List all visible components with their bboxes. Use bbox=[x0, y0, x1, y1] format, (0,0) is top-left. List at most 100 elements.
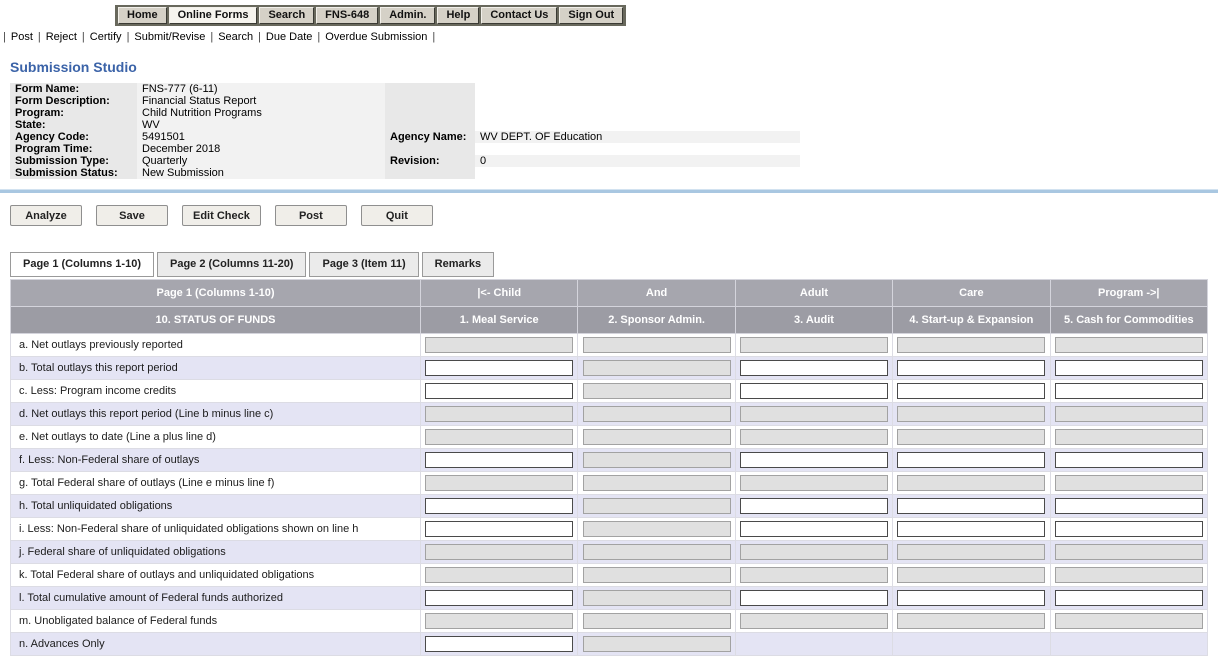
field-i-col3[interactable] bbox=[739, 521, 888, 537]
field-i-col5[interactable] bbox=[1054, 521, 1203, 537]
field-h-col3[interactable] bbox=[739, 498, 888, 514]
info-value: FNS-777 (6-11) bbox=[137, 83, 385, 95]
row-label: b. Total outlays this report period bbox=[10, 356, 421, 380]
info-row: Submission Status: New Submission bbox=[10, 167, 800, 179]
analyze-button[interactable]: Analyze bbox=[10, 205, 82, 226]
info-value: 5491501 bbox=[137, 131, 385, 143]
field-f-col2 bbox=[582, 452, 731, 468]
field-a-col3 bbox=[739, 337, 888, 353]
grid-cell bbox=[419, 448, 579, 472]
info-row: Program Time: December 2018 bbox=[10, 143, 800, 155]
grid-cell bbox=[419, 609, 579, 633]
tab-page-1-columns-1-10[interactable]: Page 1 (Columns 1-10) bbox=[10, 252, 154, 277]
row-label: j. Federal share of unliquidated obligat… bbox=[10, 540, 421, 564]
field-g-col4 bbox=[897, 475, 1046, 491]
info-label: Program Time: bbox=[10, 143, 137, 155]
field-l-col4[interactable] bbox=[897, 590, 1046, 606]
nav-home-button[interactable]: Home bbox=[118, 7, 167, 24]
nav-admin-button[interactable]: Admin. bbox=[380, 7, 436, 24]
row-label: e. Net outlays to date (Line a plus line… bbox=[10, 425, 421, 449]
field-f-col1[interactable] bbox=[425, 452, 574, 468]
field-l-col3[interactable] bbox=[739, 590, 888, 606]
toolbar-link-due-date[interactable]: Due Date bbox=[266, 31, 312, 43]
toolbar-link-reject[interactable]: Reject bbox=[46, 31, 77, 43]
nav-fns-648-button[interactable]: FNS-648 bbox=[316, 7, 379, 24]
table-row-a: a. Net outlays previously reported bbox=[10, 333, 1209, 357]
field-m-col3 bbox=[739, 613, 888, 629]
row-label: g. Total Federal share of outlays (Line … bbox=[10, 471, 421, 495]
row-label: k. Total Federal share of outlays and un… bbox=[10, 563, 421, 587]
field-a-col5 bbox=[1054, 337, 1203, 353]
field-c-col1[interactable] bbox=[425, 383, 574, 399]
info-row: Submission Type: Quarterly Revision: 0 bbox=[10, 155, 800, 167]
tab-remarks[interactable]: Remarks bbox=[421, 252, 495, 277]
field-n-col1[interactable] bbox=[425, 636, 574, 652]
field-l-col2 bbox=[582, 590, 731, 606]
tab-page-3-item-11[interactable]: Page 3 (Item 11) bbox=[309, 252, 419, 277]
toolbar-link-search[interactable]: Search bbox=[218, 31, 253, 43]
field-l-col1[interactable] bbox=[425, 590, 574, 606]
field-c-col5[interactable] bbox=[1054, 383, 1203, 399]
field-l-col5[interactable] bbox=[1054, 590, 1203, 606]
tab-page-2-columns-11-20[interactable]: Page 2 (Columns 11-20) bbox=[156, 252, 307, 277]
save-button[interactable]: Save bbox=[96, 205, 168, 226]
separator: | bbox=[258, 31, 261, 43]
submission-toolbar: | Post | Reject | Certify | Submit/Revise | Searc… bbox=[0, 26, 1218, 49]
post-button[interactable]: Post bbox=[274, 205, 347, 226]
separator: | bbox=[126, 31, 130, 43]
field-h-col1[interactable] bbox=[425, 498, 574, 514]
grid-cell bbox=[1049, 563, 1209, 587]
grid-cell bbox=[734, 379, 894, 403]
table-row-l: l. Total cumulative amount of Federal fu… bbox=[10, 586, 1209, 610]
table-row-b: b. Total outlays this report period bbox=[10, 356, 1209, 380]
info-value: WV DEPT. OF Education bbox=[475, 131, 800, 143]
grid-cell bbox=[892, 517, 1051, 541]
grid-cell bbox=[577, 517, 736, 541]
grid-cell bbox=[892, 586, 1051, 610]
field-b-col5[interactable] bbox=[1054, 360, 1203, 376]
field-m-col1 bbox=[425, 613, 574, 629]
field-k-col4 bbox=[897, 567, 1046, 583]
field-b-col1[interactable] bbox=[425, 360, 574, 376]
field-b-col4[interactable] bbox=[897, 360, 1046, 376]
grid-subheader-col4: 4. Start-up & Expansion bbox=[892, 306, 1051, 334]
nav-search-button[interactable]: Search bbox=[259, 7, 315, 24]
edit-check-button[interactable]: Edit Check bbox=[182, 205, 261, 226]
section-divider bbox=[0, 189, 1218, 193]
table-row-j: j. Federal share of unliquidated obligat… bbox=[10, 540, 1209, 564]
field-i-col1[interactable] bbox=[425, 521, 574, 537]
field-a-col1 bbox=[425, 337, 574, 353]
grid-subheader-col1: 1. Meal Service bbox=[419, 306, 579, 334]
field-f-col3[interactable] bbox=[739, 452, 888, 468]
field-h-col5[interactable] bbox=[1054, 498, 1203, 514]
nav-help-button[interactable]: Help bbox=[437, 7, 480, 24]
status-of-funds-table: Page 1 (Columns 1-10) |<- Child And Adult Ca… bbox=[10, 279, 1209, 656]
grid-cell bbox=[892, 402, 1051, 426]
field-g-col5 bbox=[1054, 475, 1203, 491]
table-row-e: e. Net outlays to date (Line a plus line… bbox=[10, 425, 1209, 449]
field-f-col4[interactable] bbox=[897, 452, 1046, 468]
toolbar-link-certify[interactable]: Certify bbox=[90, 31, 122, 43]
nav-online-forms-button[interactable]: Online Forms bbox=[168, 7, 258, 24]
toolbar-link-overdue-submission[interactable]: Overdue Submission bbox=[325, 31, 427, 43]
info-value: New Submission bbox=[137, 167, 385, 179]
field-h-col4[interactable] bbox=[897, 498, 1046, 514]
grid-cell bbox=[577, 471, 736, 495]
grid-cell bbox=[577, 632, 736, 656]
nav-sign-out-button[interactable]: Sign Out bbox=[559, 7, 624, 24]
quit-button[interactable]: Quit bbox=[360, 205, 433, 226]
field-b-col2 bbox=[582, 360, 731, 376]
toolbar-link-post[interactable]: Post bbox=[11, 31, 33, 43]
field-e-col1 bbox=[425, 429, 574, 445]
field-i-col2 bbox=[582, 521, 731, 537]
info-label: Program: bbox=[10, 107, 137, 119]
grid-cell bbox=[577, 425, 736, 449]
toolbar-link-submit-revise[interactable]: Submit/Revise bbox=[134, 31, 205, 43]
field-i-col4[interactable] bbox=[897, 521, 1046, 537]
nav-contact-us-button[interactable]: Contact Us bbox=[481, 7, 558, 24]
field-j-col5 bbox=[1054, 544, 1203, 560]
field-c-col4[interactable] bbox=[897, 383, 1046, 399]
field-f-col5[interactable] bbox=[1054, 452, 1203, 468]
field-b-col3[interactable] bbox=[739, 360, 888, 376]
field-c-col3[interactable] bbox=[739, 383, 888, 399]
